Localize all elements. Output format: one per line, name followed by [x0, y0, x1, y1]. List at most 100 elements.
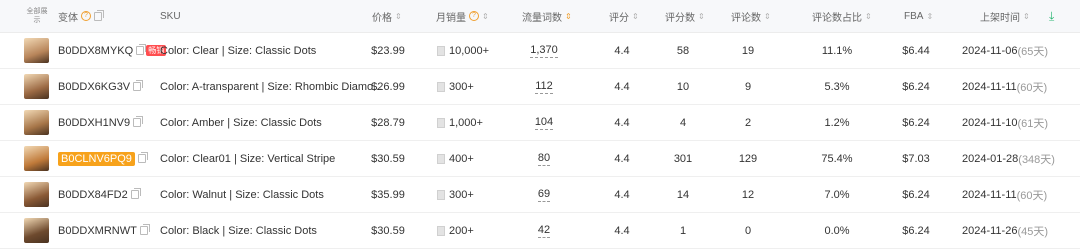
monthly-sales-text: 300+ — [449, 188, 474, 201]
listed-date-text: 2024-11-11 — [962, 80, 1017, 93]
help-icon[interactable]: ? — [469, 11, 479, 21]
review-count-text: 2 — [744, 116, 752, 129]
product-thumbnail[interactable] — [24, 182, 49, 207]
price-text: $30.59 — [371, 152, 405, 165]
listed-days-text: (60天) — [1016, 81, 1048, 94]
copy-icon[interactable] — [136, 44, 147, 55]
review-count-text: 0 — [744, 224, 752, 237]
traffic-words-link[interactable]: 80 — [537, 152, 551, 166]
sort-icon[interactable]: ⇕ — [482, 12, 489, 21]
listed-date-text: 2024-11-10 — [962, 116, 1018, 129]
copy-icon[interactable] — [130, 188, 141, 199]
traffic-words-link[interactable]: 42 — [537, 224, 551, 238]
sort-icon[interactable]: ⇕ — [764, 12, 771, 21]
sku-text: Color: Black | Size: Classic Dots — [160, 224, 317, 237]
rating-text: 4.4 — [614, 44, 630, 57]
asin-link[interactable]: B0DDX8MYKQ — [58, 45, 133, 57]
asin-cell: B0DDX84FD2 — [58, 177, 141, 212]
traffic-words-cell: 112 — [515, 69, 573, 104]
review-ratio-text: 5.3% — [824, 80, 850, 93]
copy-icon[interactable] — [133, 116, 144, 127]
asin-link[interactable]: B0DDX6KG3V — [58, 81, 130, 93]
asin-cell: B0DDX6KG3V — [58, 69, 144, 104]
col-traffic-words[interactable]: 流量词数 ⇕ — [522, 0, 572, 32]
copy-all-icon[interactable] — [94, 9, 104, 21]
monthly-sales-cell: 300+ — [437, 177, 474, 212]
document-icon[interactable] — [437, 153, 445, 164]
sort-icon[interactable]: ⇕ — [926, 12, 933, 21]
col-review-ratio[interactable]: 评论数占比 ⇕ — [812, 0, 872, 32]
col-variant[interactable]: 变体 ? — [58, 0, 104, 32]
traffic-words-link[interactable]: 112 — [535, 80, 553, 94]
fba-fee-text: $6.24 — [902, 80, 930, 93]
listed-days-text: (45天) — [1017, 225, 1049, 238]
product-thumbnail[interactable] — [24, 38, 49, 63]
sort-icon[interactable]: ⇕ — [1023, 12, 1030, 21]
asin-link[interactable]: B0CLNV6PQ9 — [58, 151, 135, 166]
price-text: $26.99 — [371, 80, 405, 93]
sort-icon[interactable]: ⇕ — [632, 12, 639, 21]
sort-icon[interactable]: ⇕ — [698, 12, 705, 21]
document-icon[interactable] — [437, 81, 445, 92]
monthly-sales-cell: 200+ — [437, 213, 474, 248]
col-rating[interactable]: 评分 ⇕ — [609, 0, 639, 32]
copy-icon[interactable] — [133, 80, 144, 91]
traffic-words-link[interactable]: 1,370 — [530, 44, 558, 58]
asin-link[interactable]: B0DDX84FD2 — [58, 189, 128, 201]
document-icon[interactable] — [437, 225, 445, 236]
sort-icon[interactable]: ⇕ — [865, 12, 872, 21]
fba-fee-text: $6.44 — [902, 44, 930, 57]
traffic-words-cell: 80 — [515, 141, 573, 176]
asin-link[interactable]: B0DDXH1NV9 — [58, 117, 130, 129]
product-thumbnail-cell — [24, 33, 49, 68]
col-listed-time[interactable]: 上架时间 ⇕ — [980, 0, 1030, 32]
product-thumbnail[interactable] — [24, 218, 49, 243]
rating-count-text: 301 — [673, 152, 693, 165]
col-review-count-label: 评论数 — [731, 12, 761, 24]
table-row[interactable]: B0DDXH1NV9 Color: Amber | Size: Classic … — [0, 105, 1080, 141]
asin-link[interactable]: B0DDXMRNWT — [58, 225, 137, 237]
monthly-sales-text: 1,000+ — [449, 116, 483, 129]
table-row[interactable]: B0DDX84FD2 Color: Walnut | Size: Classic… — [0, 177, 1080, 213]
asin-cell: B0DDX8MYKQ 畅销 — [58, 33, 167, 68]
copy-icon[interactable] — [137, 152, 148, 163]
col-traffic-words-label: 流量词数 — [522, 12, 562, 24]
table-row[interactable]: B0CLNV6PQ9 Color: Clear01 | Size: Vertic… — [0, 141, 1080, 177]
rating-count-text: 14 — [676, 188, 690, 201]
review-ratio-text: 75.4% — [821, 152, 853, 165]
copy-icon[interactable] — [139, 224, 150, 235]
review-count-text: 12 — [741, 188, 755, 201]
monthly-sales-text: 300+ — [449, 80, 474, 93]
help-icon[interactable]: ? — [81, 11, 91, 21]
table-row[interactable]: B0DDX6KG3V Color: A-transparent | Size: … — [0, 69, 1080, 105]
rating-text: 4.4 — [614, 188, 630, 201]
product-thumbnail[interactable] — [24, 74, 49, 99]
sort-icon-active[interactable]: ⇕ — [565, 12, 572, 21]
document-icon[interactable] — [437, 117, 445, 128]
download-icon[interactable]: ⤓ — [1049, 0, 1054, 32]
document-icon[interactable] — [437, 189, 445, 200]
col-fba[interactable]: FBA ⇕ — [904, 0, 933, 32]
listed-time-cell: 2024-11-11 (60天) — [962, 177, 1047, 212]
col-monthly-sales[interactable]: 月销量 ? ⇕ — [436, 0, 489, 32]
col-fba-label: FBA — [904, 10, 924, 22]
col-review-ratio-label: 评论数占比 — [812, 12, 862, 24]
traffic-words-link[interactable]: 69 — [537, 188, 551, 202]
table-header: 全部展示 变体 ? SKU 价格 ⇕ 月销量 ? ⇕ 流量词数 ⇕ 评分 ⇕ 评分数 ⇕ … — [0, 0, 1080, 33]
product-thumbnail[interactable] — [24, 110, 49, 135]
select-all-toggle[interactable]: 全部展示 — [26, 0, 48, 32]
table-row[interactable]: B0DDXMRNWT Color: Black | Size: Classic … — [0, 213, 1080, 249]
listed-days-text: (60天) — [1016, 189, 1048, 202]
rating-text: 4.4 — [614, 116, 630, 129]
listed-time-cell: 2024-11-26 (45天) — [962, 213, 1048, 248]
col-price[interactable]: 价格 ⇕ — [372, 0, 402, 32]
listed-days-text: (65天) — [1017, 45, 1049, 58]
traffic-words-link[interactable]: 104 — [534, 116, 554, 130]
table-row[interactable]: B0DDX8MYKQ 畅销 Color: Clear | Size: Class… — [0, 33, 1080, 69]
product-thumbnail[interactable] — [24, 146, 49, 171]
sort-icon[interactable]: ⇕ — [395, 12, 402, 21]
document-icon[interactable] — [437, 45, 445, 56]
col-review-count[interactable]: 评论数 ⇕ — [731, 0, 771, 32]
col-rating-count[interactable]: 评分数 ⇕ — [665, 0, 705, 32]
listed-time-cell: 2024-01-28 (348天) — [962, 141, 1055, 176]
